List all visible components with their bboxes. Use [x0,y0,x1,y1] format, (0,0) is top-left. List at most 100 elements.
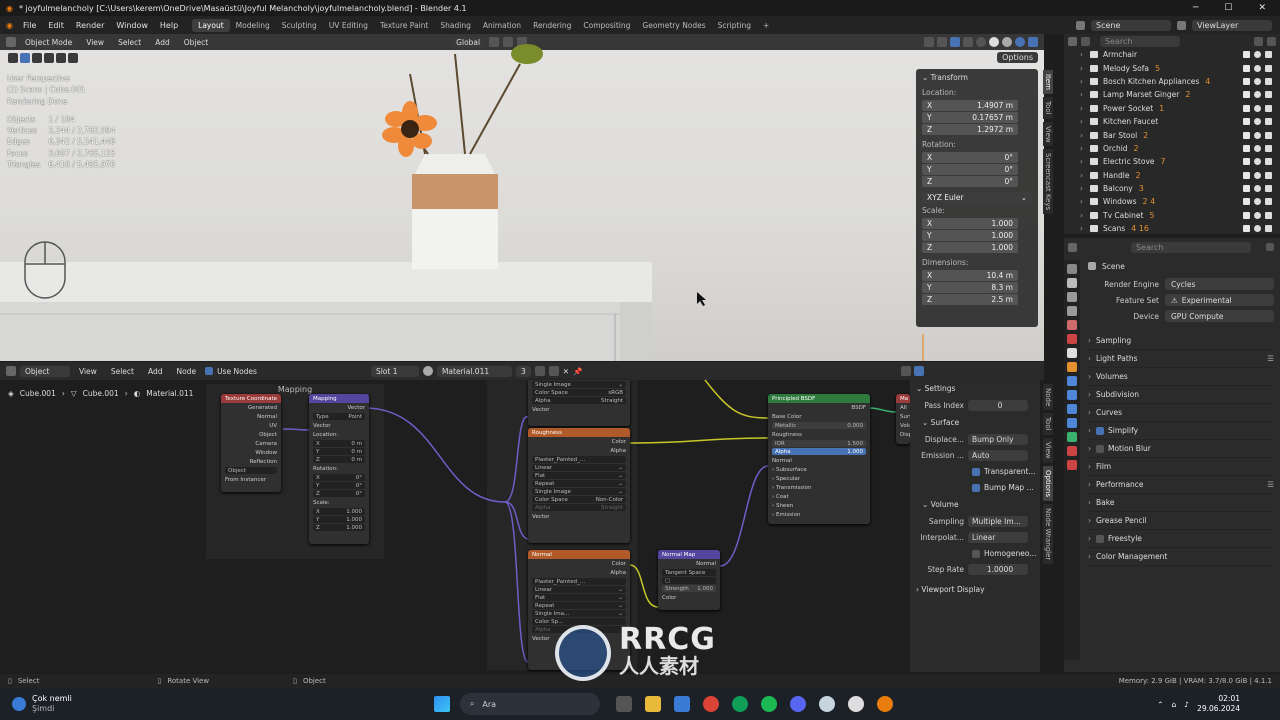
normal-map-strength-field[interactable]: Strength 1.000 [662,585,716,592]
expand-arrow-icon[interactable]: › [1080,64,1083,73]
scale-y-field[interactable]: Y 1.000 [922,230,1018,241]
eye-icon[interactable] [1254,64,1261,72]
render-camera-icon[interactable] [1265,144,1272,152]
roughness-image-selector[interactable]: Plaster_Painted_... [532,456,626,463]
from-instancer-checkbox[interactable]: From Instancer [221,475,281,484]
expand-arrow-icon[interactable]: › [1080,104,1083,113]
outliner-item[interactable]: › Melody Sofa 5 [1064,61,1280,74]
workspace-tab-compositing[interactable]: Compositing [577,19,636,32]
outliner-item[interactable]: › Tv Cabinet 5 [1064,209,1280,222]
pass-index-field[interactable]: 0 [968,400,1028,411]
workspace-tab-animation[interactable]: Animation [477,19,527,32]
tab-tool[interactable]: Tool [1043,96,1053,119]
dimensions-z-field[interactable]: Z 2.5 m [922,294,1018,305]
tab-item[interactable]: Item [1043,70,1053,94]
eye-icon[interactable] [1254,77,1261,85]
expand-arrow-icon[interactable]: › [1080,50,1083,59]
physics-tab-icon[interactable] [1067,404,1077,414]
eye-icon[interactable] [1254,91,1261,99]
workspace-tab-texture-paint[interactable]: Texture Paint [374,19,434,32]
maximize-icon[interactable]: ☐ [1224,3,1232,13]
render-engine-dropdown[interactable]: Cycles [1165,278,1274,290]
menu-file[interactable]: File [17,21,42,30]
tab-node-view[interactable]: View [1043,437,1053,463]
location-y-field[interactable]: Y 0.17657 m [922,112,1018,123]
homogeneous-row[interactable]: Homogeneo... [910,546,1040,561]
surface-header[interactable]: ⌄ Surface [910,414,1040,431]
outliner-item[interactable]: › Armchair [1064,48,1280,61]
weather-widget[interactable]: Çok nemli Şimdi [32,694,72,714]
bsdf-specular-panel[interactable]: › Specular [768,474,870,483]
mapping-node[interactable]: Mapping Vector Type Point Vector Location… [309,394,369,544]
emission-dropdown[interactable]: Auto [968,450,1028,461]
material-tab-icon[interactable] [1067,446,1077,456]
spotify-icon[interactable] [760,696,777,712]
tab-node[interactable]: Node [1043,384,1053,411]
add-workspace-button[interactable]: + [757,19,775,32]
blender-menu-icon[interactable]: ◉ [6,21,13,30]
modifier-tab-icon[interactable] [1067,376,1077,386]
rotation-z-field[interactable]: Z 0° [922,176,1018,187]
obs-icon[interactable] [847,696,864,712]
object-tab-icon[interactable] [1067,362,1077,372]
workspace-tab-layout[interactable]: Layout [192,18,230,32]
eye-icon[interactable] [1254,198,1261,206]
location-x-field[interactable]: X 1.4907 m [922,100,1018,111]
include-checkbox[interactable] [1243,131,1250,139]
output-tab-icon[interactable] [1067,292,1077,302]
expand-arrow-icon[interactable]: › [1080,211,1083,220]
transparent-checkbox[interactable] [972,467,980,476]
outliner-item[interactable]: › Orchid 2 [1064,142,1280,155]
eye-icon[interactable] [1254,211,1261,219]
feature-set-dropdown[interactable]: ⚠ Experimental [1165,294,1274,306]
render-camera-icon[interactable] [1265,104,1272,112]
expand-arrow-icon[interactable]: › [1080,157,1083,166]
mapping-loc-x[interactable]: X0 m [313,440,365,447]
tab-options[interactable]: Options [1043,465,1053,501]
scene-tab-icon[interactable] [1067,320,1077,330]
outliner-item[interactable]: › Bar Stool 2 [1064,128,1280,141]
eye-icon[interactable] [1254,104,1261,112]
base-color-image-node[interactable]: Single Image ⌄ Color Space sRGB Alpha Strai… [528,380,630,426]
expand-arrow-icon[interactable]: › [1080,77,1083,86]
outliner-search-input[interactable]: Search [1100,35,1180,47]
bsdf-alpha-field[interactable]: Alpha 1.000 [772,448,866,455]
volume-interpolation-dropdown[interactable]: Linear [968,532,1028,543]
eye-icon[interactable] [1254,118,1261,126]
render-camera-icon[interactable] [1265,51,1272,59]
outliner-item[interactable]: › Windows 2 4 [1064,195,1280,208]
mapping-scale-z[interactable]: Z 1.000 [313,524,365,531]
rotation-mode-dropdown[interactable]: XYZ Euler ⌄ [922,192,1032,203]
eye-icon[interactable] [1254,225,1261,233]
presets-list-icon[interactable]: ☰ [1267,480,1274,489]
expand-arrow-icon[interactable]: › [1080,131,1083,140]
menu-help[interactable]: Help [154,21,184,30]
simplify-checkbox[interactable] [1096,426,1104,435]
texture-coordinate-node[interactable]: Texture Coordinate Generated Normal UV O… [221,394,281,492]
panel-grease-pencil[interactable]: › Grease Pencil [1088,512,1274,530]
view-layer-tab-icon[interactable] [1067,306,1077,316]
freestyle-checkbox[interactable] [1096,534,1104,543]
scale-z-field[interactable]: Z 1.000 [922,242,1018,253]
include-checkbox[interactable] [1243,64,1250,72]
include-checkbox[interactable] [1243,118,1250,126]
chrome-profile-icon[interactable] [731,696,748,712]
include-checkbox[interactable] [1243,51,1250,59]
panel-volumes[interactable]: › Volumes [1088,368,1274,386]
step-rate-field[interactable]: 1.0000 [968,564,1028,575]
include-checkbox[interactable] [1243,77,1250,85]
settings-header[interactable]: ⌄ Settings [910,380,1040,397]
presets-list-icon[interactable]: ☰ [1267,354,1274,363]
outliner-item[interactable]: › Electric Stove 7 [1064,155,1280,168]
mapping-type-dropdown[interactable]: Type Point [313,413,365,420]
eye-icon[interactable] [1254,131,1261,139]
filter-icon[interactable] [1254,36,1263,46]
expand-arrow-icon[interactable]: › [1080,117,1083,126]
network-icon[interactable]: ⌂ [1171,700,1176,709]
bump-map-row[interactable]: Bump Map ... [910,480,1040,495]
collection-tab-icon[interactable] [1067,348,1077,358]
task-view-icon[interactable] [615,696,632,712]
render-camera-icon[interactable] [1265,91,1272,99]
workspace-tab-scripting[interactable]: Scripting [712,19,757,32]
display-mode-icon[interactable] [1081,36,1090,46]
